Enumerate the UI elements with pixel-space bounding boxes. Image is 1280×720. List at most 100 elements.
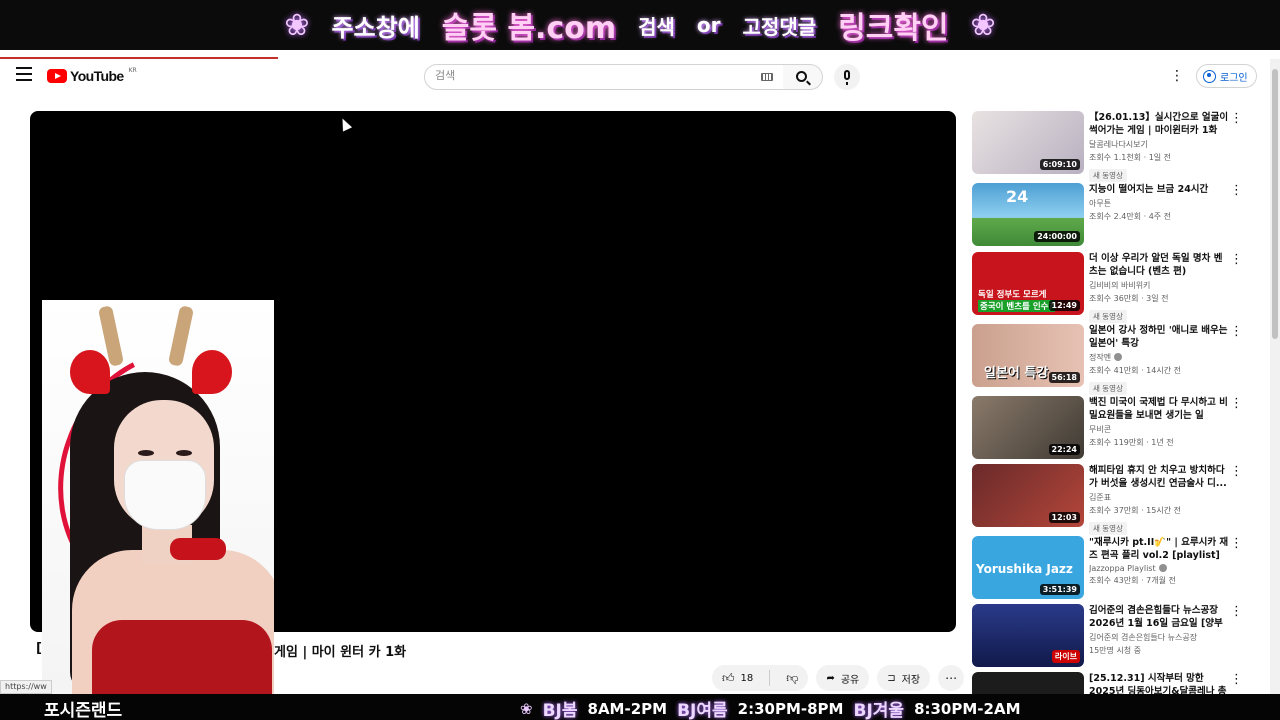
save-label: 저장: [901, 674, 921, 686]
like-count: 18: [740, 672, 754, 684]
rec-item[interactable]: 6:09:10 【26.01.13】실시간으로 얼굴이 썩어가는 게임 | 마이…: [972, 111, 1248, 182]
scrollbar-thumb[interactable]: [1272, 69, 1278, 339]
signin-button[interactable]: 로그인: [1196, 64, 1257, 88]
schedule-time: 2:30PM-8PM: [737, 699, 844, 718]
eye-left: [138, 450, 154, 456]
rec-thumbnail[interactable]: Yorushika Jazz 3:51:39: [972, 536, 1084, 599]
rec-channel-name: Jazzoppa Playlist: [1089, 564, 1156, 573]
rec-channel[interactable]: 김비비의 바비위키: [1089, 280, 1229, 291]
voice-search-button[interactable]: [834, 64, 860, 90]
face-mask: [124, 460, 206, 530]
schedule-time: 8:30PM-2AM: [914, 699, 1021, 718]
search-input[interactable]: [435, 69, 755, 82]
new-badge: 새 동영상: [1089, 310, 1127, 323]
thumb-caption: 독일 정부도 모르게: [978, 290, 1047, 300]
new-badge: 새 동영상: [1089, 169, 1127, 182]
flower-icon: ❀: [970, 7, 996, 43]
banner-text-2: 슬롯 봄.com: [441, 11, 617, 46]
rec-thumbnail[interactable]: 24 24:00:00: [972, 183, 1084, 246]
banner-text-1: 주소창에: [331, 13, 420, 42]
flower-icon: ❀: [520, 699, 533, 718]
rec-channel[interactable]: 무비콘: [1089, 424, 1229, 435]
rec-channel[interactable]: 정작멘: [1089, 352, 1229, 363]
headband-ear-left: [70, 350, 110, 394]
rec-item[interactable]: 일본어 특강 56:18 일본어 강사 정하민 '애니로 배우는 일본어' 특강…: [972, 324, 1248, 395]
screen: ❀ 주소창에 슬롯 봄.com 검색 or 고정댓글 링크확인 ❀ YouTub…: [0, 0, 1280, 720]
schedule-bj: BJ여름: [677, 701, 728, 720]
rec-more-icon[interactable]: ⋮: [1230, 325, 1243, 338]
rec-channel-name: 정작멘: [1089, 353, 1112, 362]
schedule-bj: BJ봄: [542, 701, 578, 720]
thumb-number: 24: [1006, 187, 1029, 206]
rec-thumbnail[interactable]: 22:24: [972, 396, 1084, 459]
rec-title[interactable]: 더 이상 우리가 알던 독일 명차 벤츠는 없습니다 (벤츠 편): [1089, 252, 1229, 278]
like-dislike-group: 👍︎ 18 👎︎: [712, 665, 809, 691]
duration-badge: 12:49: [1048, 300, 1080, 311]
new-badge: 새 동영상: [1089, 522, 1127, 535]
rec-thumbnail[interactable]: 라이브: [972, 604, 1084, 667]
rec-item[interactable]: 22:24 백진 미국이 국제법 다 무시하고 비밀요원들을 보내면 생기는 일…: [972, 396, 1248, 462]
rec-channel[interactable]: 김준표: [1089, 492, 1229, 503]
rec-meta: 조회수 119만회 · 1년 전: [1089, 438, 1174, 447]
rec-title[interactable]: 해피타임 휴지 안 치우고 방치하다가 버섯을 생성시킨 연금술사 디...: [1089, 464, 1229, 490]
rec-channel[interactable]: 김어준의 겸손은힘들다 뉴스공장: [1089, 632, 1229, 643]
duration-badge: 3:51:39: [1039, 584, 1080, 595]
rec-title[interactable]: 일본어 강사 정하민 '애니로 배우는 일본어' 특강: [1089, 324, 1229, 350]
rec-meta: 조회수 41만회 · 14시간 전: [1089, 366, 1181, 375]
rec-channel[interactable]: Jazzoppa Playlist: [1089, 564, 1229, 573]
rec-meta: 조회수 43만회 · 7개월 전: [1089, 576, 1176, 585]
rec-channel[interactable]: 아무튼: [1089, 198, 1229, 209]
dislike-button[interactable]: 👎︎: [776, 665, 808, 691]
thumbs-down-icon: 👎︎: [786, 670, 799, 685]
like-button[interactable]: 👍︎ 18: [712, 665, 763, 691]
rec-more-icon[interactable]: ⋮: [1230, 605, 1243, 618]
rec-title[interactable]: 지능이 떨어지는 브금 24시간: [1089, 183, 1229, 196]
rec-item[interactable]: 독일 정부도 모르게 중국이 벤츠를 인수? 12:49 더 이상 우리가 알던…: [972, 252, 1248, 323]
rec-item[interactable]: Yorushika Jazz 3:51:39 "재루시카 pt.II🎷" | 요…: [972, 536, 1248, 602]
settings-more-icon[interactable]: ⋮: [1170, 69, 1184, 85]
menu-icon[interactable]: [16, 67, 32, 81]
rec-thumbnail[interactable]: 독일 정부도 모르게 중국이 벤츠를 인수? 12:49: [972, 252, 1084, 315]
rec-more-icon[interactable]: ⋮: [1230, 673, 1243, 686]
rec-thumbnail[interactable]: 12:03: [972, 464, 1084, 527]
rec-item[interactable]: 라이브 김어준의 겸손은힘들다 뉴스공장 2026년 1월 16일 금요일 [양…: [972, 604, 1248, 670]
page-scrollbar[interactable]: [1270, 59, 1280, 694]
rec-title[interactable]: 【26.01.13】실시간으로 얼굴이 썩어가는 게임 | 마이윈터카 1화: [1089, 111, 1229, 137]
divider: [769, 670, 771, 686]
rec-item[interactable]: 12:03 해피타임 휴지 안 치우고 방치하다가 버섯을 생성시킨 연금술사 …: [972, 464, 1248, 535]
signin-label: 로그인: [1220, 72, 1248, 84]
rec-thumbnail[interactable]: 6:09:10: [972, 111, 1084, 174]
keyboard-icon[interactable]: [761, 73, 773, 81]
verified-icon: [1114, 353, 1123, 361]
rec-more-icon[interactable]: ⋮: [1230, 537, 1243, 550]
more-actions-button[interactable]: ⋯: [938, 665, 965, 691]
rec-item[interactable]: 24 24:00:00 지능이 떨어지는 브금 24시간 아무튼 조회수 2.4…: [972, 183, 1248, 249]
thumbs-up-icon: 👍︎: [722, 670, 735, 685]
rec-more-icon[interactable]: ⋮: [1230, 184, 1243, 197]
duration-badge: 56:18: [1048, 372, 1080, 383]
microphone-icon: [844, 70, 850, 85]
rec-channel[interactable]: 달콤레나다시보기: [1089, 139, 1229, 150]
user-icon: [1203, 69, 1216, 83]
rec-title[interactable]: 백진 미국이 국제법 다 무시하고 비밀요원들을 보내면 생기는 일: [1089, 396, 1229, 422]
rec-more-icon[interactable]: ⋮: [1230, 253, 1243, 266]
youtube-logo[interactable]: YouTube KR: [47, 67, 137, 84]
rec-more-icon[interactable]: ⋮: [1230, 112, 1243, 125]
stream-bottom-banner: 포시즌랜드 ❀ BJ봄 8AM-2PM BJ여름 2:30PM-8PM BJ겨울…: [0, 694, 1280, 720]
search-button[interactable]: [783, 64, 823, 90]
rec-title[interactable]: "재루시카 pt.II🎷" | 요루시카 재즈 편곡 플리 vol.2 [pla…: [1089, 536, 1229, 562]
rec-meta: 조회수 37만회 · 15시간 전: [1089, 506, 1181, 515]
rec-thumbnail[interactable]: 일본어 특강 56:18: [972, 324, 1084, 387]
rec-meta: 조회수 1.1천회 · 1일 전: [1089, 153, 1172, 162]
schedule: ❀ BJ봄 8AM-2PM BJ여름 2:30PM-8PM BJ겨울 8:30P…: [520, 696, 1021, 720]
banner-text-3: 검색: [638, 14, 675, 39]
share-label: 공유: [840, 674, 860, 686]
rec-more-icon[interactable]: ⋮: [1230, 465, 1243, 478]
schedule-bj: BJ겨울: [853, 701, 905, 720]
rec-title[interactable]: 김어준의 겸손은힘들다 뉴스공장 2026년 1월 16일 금요일 [양부남..…: [1089, 604, 1229, 630]
share-button[interactable]: ➦ 공유: [816, 665, 870, 691]
save-button[interactable]: ⊐ 저장: [877, 665, 931, 691]
duration-badge: 22:24: [1048, 444, 1080, 455]
bookmark-icon: ⊐: [887, 672, 896, 684]
rec-more-icon[interactable]: ⋮: [1230, 397, 1243, 410]
